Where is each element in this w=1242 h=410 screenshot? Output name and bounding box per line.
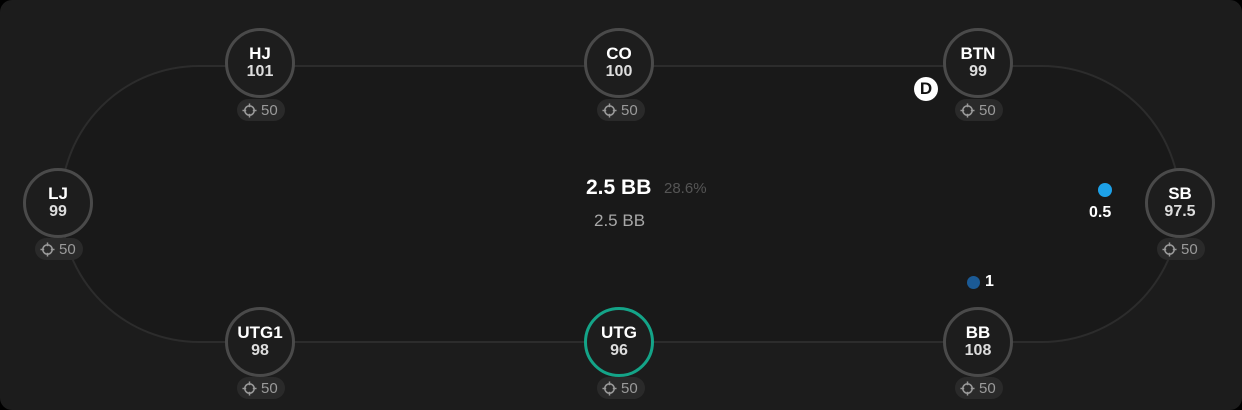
pill-value: 50 bbox=[979, 379, 996, 397]
dealer-button: D bbox=[914, 77, 938, 101]
seat-utg-pill: 50 bbox=[597, 377, 645, 399]
seat-sb-pill: 50 bbox=[1157, 238, 1205, 260]
seat-position: UTG bbox=[601, 323, 637, 342]
seat-position: SB bbox=[1168, 184, 1192, 203]
seat-btn-pill: 50 bbox=[955, 99, 1003, 121]
seat-position: CO bbox=[606, 44, 632, 63]
sb-bet-amount: 0.5 bbox=[1089, 204, 1112, 221]
sb-bet-chip-icon bbox=[1098, 183, 1112, 197]
seat-stack: 97.5 bbox=[1164, 203, 1196, 220]
seat-lj[interactable]: LJ 99 bbox=[23, 168, 93, 238]
seat-position: UTG1 bbox=[237, 323, 283, 342]
seat-stack: 98 bbox=[251, 342, 269, 359]
pill-value: 50 bbox=[979, 101, 996, 119]
seat-hj-pill: 50 bbox=[237, 99, 285, 121]
crosshair-icon bbox=[1162, 241, 1177, 257]
pill-value: 50 bbox=[59, 240, 76, 258]
seat-stack: 101 bbox=[246, 63, 274, 80]
seat-stack: 99 bbox=[49, 203, 67, 220]
seat-position: LJ bbox=[48, 184, 68, 203]
seat-co-pill: 50 bbox=[597, 99, 645, 121]
seat-bb[interactable]: BB 108 bbox=[943, 307, 1013, 377]
pot-percentage: 28.6% bbox=[664, 180, 707, 197]
crosshair-icon bbox=[242, 380, 257, 396]
seat-lj-pill: 50 bbox=[35, 238, 83, 260]
seat-stack: 100 bbox=[605, 63, 633, 80]
bb-bet-chip-icon bbox=[967, 276, 980, 289]
bb-bet-amount: 1 bbox=[985, 273, 994, 290]
seat-utg1-pill: 50 bbox=[237, 377, 285, 399]
seat-btn[interactable]: BTN 99 bbox=[943, 28, 1013, 98]
seat-utg1[interactable]: UTG1 98 bbox=[225, 307, 295, 377]
crosshair-icon bbox=[960, 102, 975, 118]
pot-total: 2.5 BB bbox=[586, 176, 652, 199]
pot-subtotal: 2.5 BB bbox=[594, 211, 646, 230]
pill-value: 50 bbox=[621, 379, 638, 397]
seat-stack: 108 bbox=[964, 342, 992, 359]
seat-position: BTN bbox=[960, 44, 996, 63]
seat-co[interactable]: CO 100 bbox=[584, 28, 654, 98]
pill-value: 50 bbox=[621, 101, 638, 119]
seat-sb[interactable]: SB 97.5 bbox=[1145, 168, 1215, 238]
crosshair-icon bbox=[960, 380, 975, 396]
seat-hj[interactable]: HJ 101 bbox=[225, 28, 295, 98]
pill-value: 50 bbox=[261, 379, 278, 397]
pill-value: 50 bbox=[1181, 240, 1198, 258]
seat-stack: 96 bbox=[610, 342, 628, 359]
crosshair-icon bbox=[602, 380, 617, 396]
poker-table-panel: HJ 101 50 CO 100 50 BTN 99 50 LJ 99 50 S… bbox=[0, 0, 1242, 410]
seat-stack: 99 bbox=[969, 63, 987, 80]
crosshair-icon bbox=[242, 102, 257, 118]
crosshair-icon bbox=[40, 241, 55, 257]
seat-bb-pill: 50 bbox=[955, 377, 1003, 399]
seat-utg[interactable]: UTG 96 bbox=[584, 307, 654, 377]
crosshair-icon bbox=[602, 102, 617, 118]
seat-position: HJ bbox=[249, 44, 271, 63]
pill-value: 50 bbox=[261, 101, 278, 119]
seat-position: BB bbox=[965, 323, 991, 342]
